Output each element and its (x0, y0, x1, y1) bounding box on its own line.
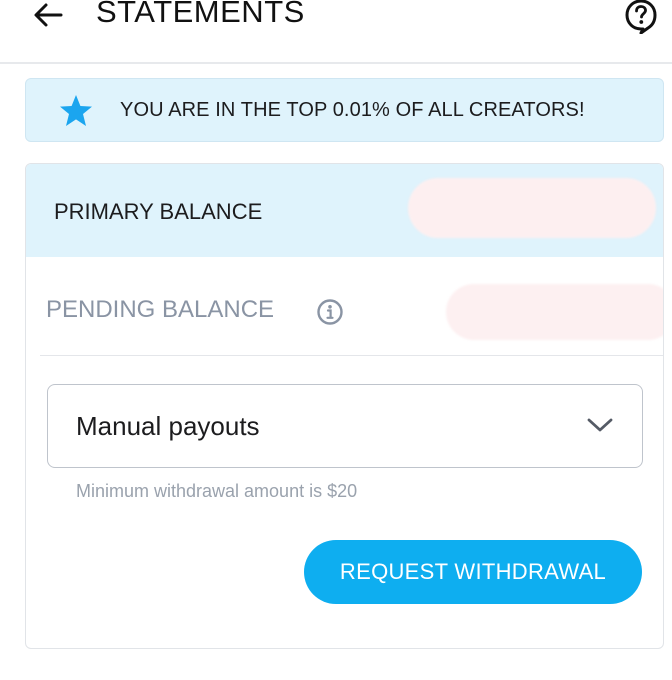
balance-card: PRIMARY BALANCE PENDING BALANCE Manual p… (25, 163, 664, 649)
pending-balance-label: PENDING BALANCE (46, 296, 275, 323)
banner-text: YOU ARE IN THE TOP 0.01% OF ALL CREATORS… (120, 99, 585, 121)
minimum-withdrawal-hint: Minimum withdrawal amount is $20 (76, 481, 358, 501)
primary-balance-label: PRIMARY BALANCE (54, 199, 263, 224)
request-withdrawal-button[interactable]: REQUEST WITHDRAWAL (304, 540, 642, 604)
help-circle-icon (625, 0, 657, 35)
top-bar: STATEMENTS (0, 0, 672, 62)
top-creators-banner: YOU ARE IN THE TOP 0.01% OF ALL CREATORS… (25, 78, 664, 142)
back-button[interactable] (30, 0, 66, 30)
arrow-left-icon (34, 3, 63, 27)
payout-method-value: Manual payouts (76, 411, 260, 441)
info-icon[interactable] (316, 298, 344, 326)
pending-balance-value-redacted (446, 284, 663, 340)
payout-method-select[interactable]: Manual payouts (47, 384, 643, 468)
star-icon (60, 95, 92, 126)
page-title: STATEMENTS (96, 0, 305, 29)
primary-balance-row: PRIMARY BALANCE (26, 164, 663, 257)
header-divider (0, 62, 672, 64)
primary-balance-value-redacted (408, 178, 656, 238)
chevron-down-icon (587, 418, 613, 432)
help-button[interactable] (624, 0, 658, 35)
divider (40, 355, 663, 356)
